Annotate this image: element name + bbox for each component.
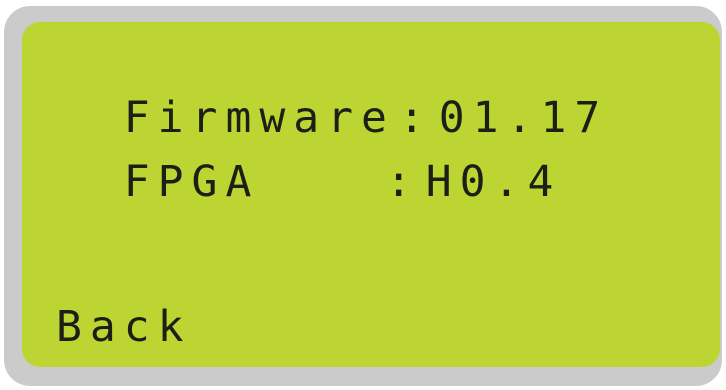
fpga-label: FPGA <box>123 157 260 207</box>
fpga-row: FPGA: H0.4 <box>56 118 561 204</box>
fpga-separator: : <box>385 157 420 207</box>
fpga-version-value: H0.4 <box>425 157 562 207</box>
back-menu-item[interactable]: Back <box>56 306 192 349</box>
